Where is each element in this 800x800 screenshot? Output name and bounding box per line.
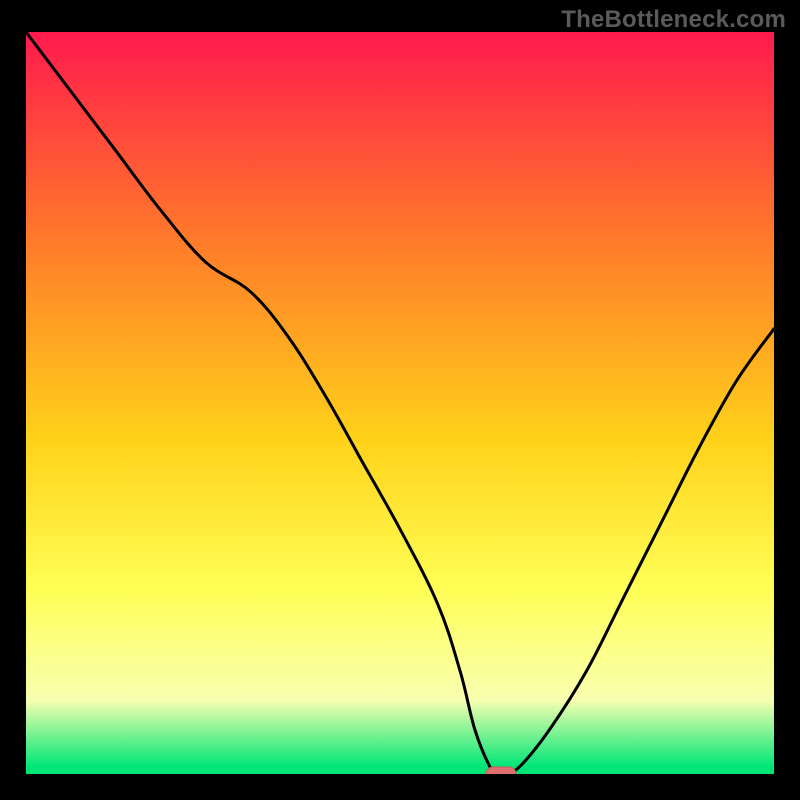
- plot-area: [26, 32, 774, 774]
- watermark-text: TheBottleneck.com: [561, 6, 786, 34]
- chart-frame: TheBottleneck.com: [0, 0, 800, 800]
- optimal-marker: [486, 767, 516, 774]
- bottleneck-chart: [26, 32, 774, 774]
- gradient-background: [26, 32, 774, 774]
